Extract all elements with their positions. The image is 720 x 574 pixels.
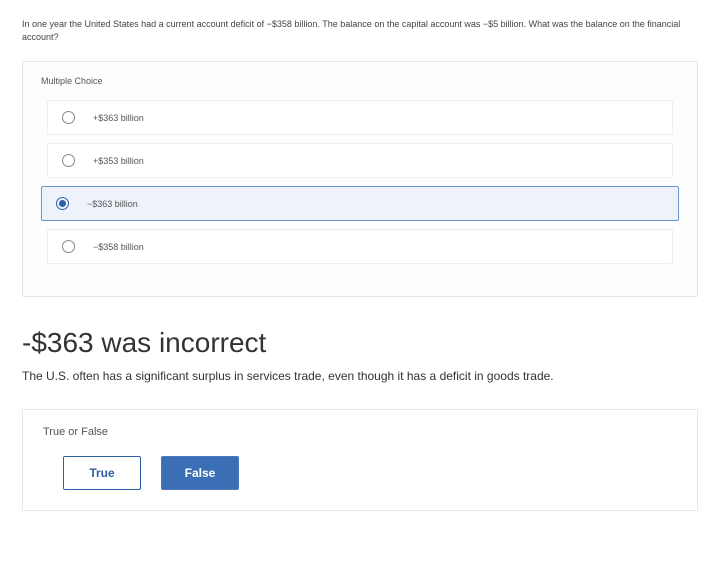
feedback-heading: -$363 was incorrect bbox=[22, 327, 698, 359]
radio-icon bbox=[62, 154, 75, 167]
true-button[interactable]: True bbox=[63, 456, 141, 490]
mc-option-label: +$353 billion bbox=[93, 156, 144, 166]
false-button[interactable]: False bbox=[161, 456, 239, 490]
mc-option-3[interactable]: −$358 billion bbox=[47, 229, 673, 264]
mc-title: Multiple Choice bbox=[41, 76, 679, 86]
mc-option-label: +$363 billion bbox=[93, 113, 144, 123]
radio-icon bbox=[62, 240, 75, 253]
true-false-block: True or False True False bbox=[22, 409, 698, 511]
multiple-choice-block: Multiple Choice +$363 billion +$353 bill… bbox=[22, 61, 698, 297]
mc-option-1[interactable]: +$353 billion bbox=[47, 143, 673, 178]
mc-option-label: −$358 billion bbox=[93, 242, 144, 252]
radio-icon bbox=[56, 197, 69, 210]
mc-option-0[interactable]: +$363 billion bbox=[47, 100, 673, 135]
question-text: In one year the United States had a curr… bbox=[22, 18, 698, 43]
radio-icon bbox=[62, 111, 75, 124]
mc-option-label: −$363 billion bbox=[87, 199, 138, 209]
mc-option-2[interactable]: −$363 billion bbox=[41, 186, 679, 221]
tf-title: True or False bbox=[43, 426, 677, 438]
tf-button-row: True False bbox=[43, 456, 677, 490]
feedback-text: The U.S. often has a significant surplus… bbox=[22, 369, 698, 383]
